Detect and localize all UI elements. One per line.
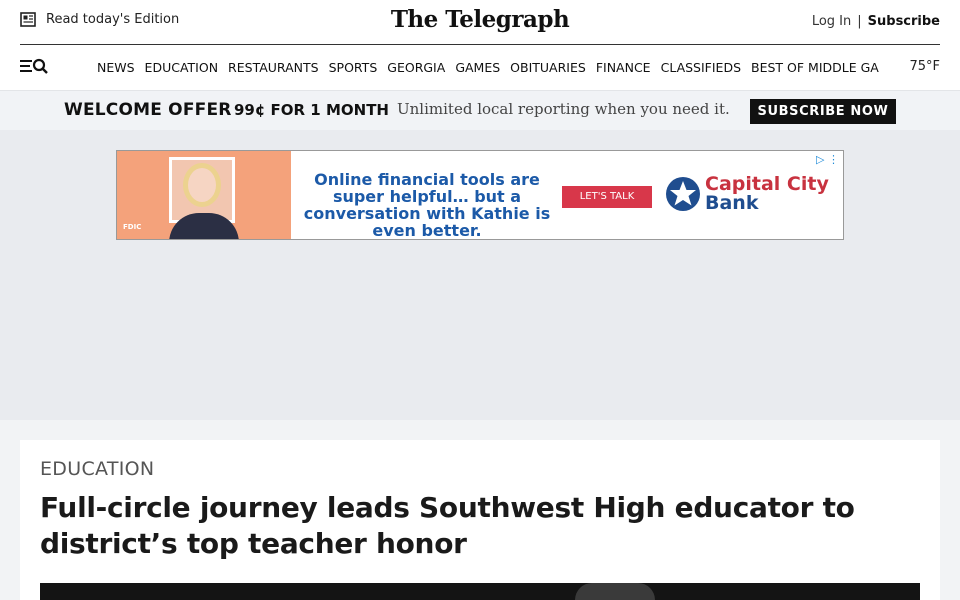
ad-fdic-mark: FDIC xyxy=(123,223,142,231)
weather-temperature[interactable]: 75°F xyxy=(909,59,940,74)
top-bar: Read today's Edition The Telegraph Log I… xyxy=(0,0,960,44)
article-card: EDUCATION Full-circle journey leads Sout… xyxy=(20,440,940,600)
nav-item-best-of-middle-ga[interactable]: BEST OF MIDDLE GA xyxy=(751,60,879,75)
welcome-offer-banner: WELCOME OFFER 99¢ FOR 1 MONTH Unlimited … xyxy=(0,90,960,130)
nav-item-news[interactable]: NEWS xyxy=(97,60,135,75)
menu-search-icon xyxy=(20,58,50,81)
account-links: Log In | Subscribe xyxy=(812,14,940,29)
subscribe-now-button[interactable]: SUBSCRIBE NOW xyxy=(750,99,896,124)
banner-ad[interactable]: FDIC Online financial tools are super he… xyxy=(116,150,844,240)
offer-price: 99¢ FOR 1 MONTH xyxy=(234,101,389,119)
offer-tagline: Unlimited local reporting when you need … xyxy=(397,100,730,118)
nav-item-restaurants[interactable]: RESTAURANTS xyxy=(228,60,319,75)
menu-search-button[interactable] xyxy=(20,57,50,77)
ad-person-head xyxy=(183,163,221,207)
nav-item-finance[interactable]: FINANCE xyxy=(596,60,651,75)
article-hero-image xyxy=(40,583,920,600)
offer-title: WELCOME OFFER xyxy=(64,100,232,120)
ad-cta-button[interactable]: LET'S TALK xyxy=(562,186,652,208)
nav-item-games[interactable]: GAMES xyxy=(455,60,500,75)
ad-brand: Capital City Bank xyxy=(705,175,829,213)
article-section-label[interactable]: EDUCATION xyxy=(40,458,154,480)
ad-brand-line2: Bank xyxy=(705,192,759,214)
article-headline: Full-circle journey leads Southwest High… xyxy=(40,491,855,560)
star-logo-icon xyxy=(665,176,701,216)
nav-item-education[interactable]: EDUCATION xyxy=(145,60,219,75)
subscribe-link[interactable]: Subscribe xyxy=(868,14,940,29)
nav-item-classifieds[interactable]: CLASSIFIEDS xyxy=(661,60,741,75)
ad-headline: Online financial tools are super helpful… xyxy=(303,170,551,240)
main-nav: NEWS EDUCATION RESTAURANTS SPORTS GEORGI… xyxy=(0,45,960,90)
hero-image-subject xyxy=(575,583,655,600)
nav-item-georgia[interactable]: GEORGIA xyxy=(387,60,445,75)
ad-region: FDIC Online financial tools are super he… xyxy=(0,130,960,420)
nav-items: NEWS EDUCATION RESTAURANTS SPORTS GEORGI… xyxy=(97,60,879,75)
nav-item-sports[interactable]: SPORTS xyxy=(329,60,378,75)
nav-item-obituaries[interactable]: OBITUARIES xyxy=(510,60,586,75)
ad-choices-icon[interactable]: ▷ ⋮ xyxy=(816,153,839,166)
login-link[interactable]: Log In xyxy=(812,14,851,29)
ad-photo: FDIC xyxy=(117,151,291,239)
account-separator: | xyxy=(857,14,862,29)
